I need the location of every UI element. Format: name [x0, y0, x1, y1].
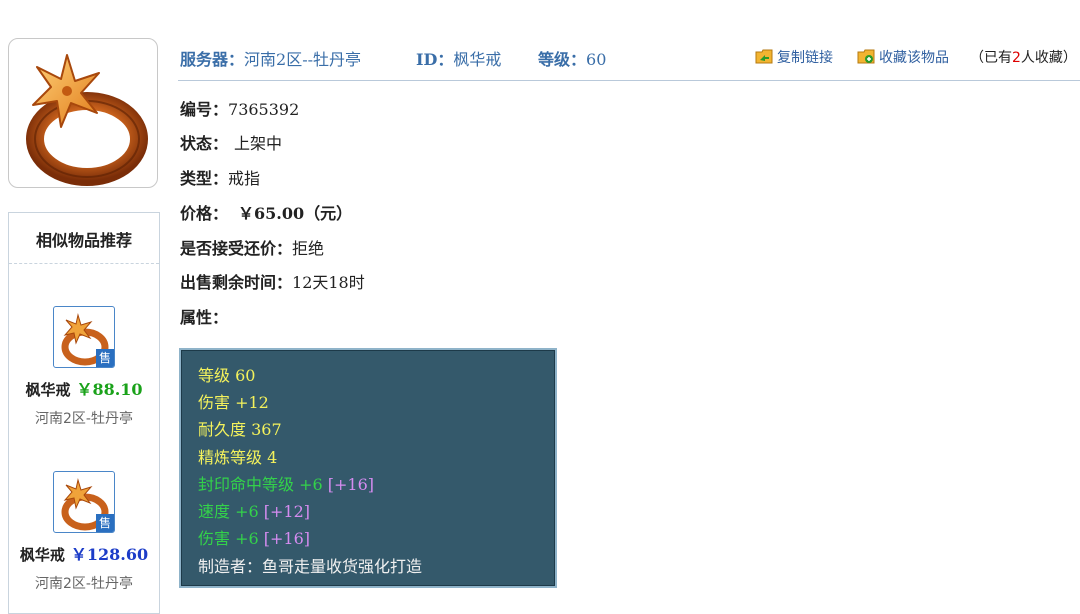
maple-ring-icon — [26, 54, 148, 186]
attr-refine: 精炼等级 4 — [198, 448, 278, 467]
time-row: 出售剩余时间：12天18时 — [180, 269, 365, 293]
price-value: ￥65.00（元） — [238, 204, 353, 223]
copy-link-label[interactable]: 复制链接 — [777, 50, 833, 66]
similar-item-2-server: 河南2区-牡丹亭 — [35, 576, 133, 592]
fav-suffix: 人收藏） — [1020, 50, 1077, 66]
serial-row: 编号：7365392 — [180, 96, 299, 120]
favorite-label[interactable]: 收藏该物品 — [879, 50, 949, 66]
serial-value: 7365392 — [228, 100, 300, 119]
similar-items-panel: 相似物品推荐 售 枫华戒 ￥88.10 河南2区-牡丹亭 售 枫华戒 ￥128.60… — [8, 212, 160, 614]
attr-bonus-damage: 伤害 +6 [+16] — [198, 525, 310, 549]
attr-seal-hit: 封印命中等级 +6 [+16] — [198, 471, 374, 495]
time-value: 12天18时 — [292, 273, 365, 292]
item-header: 服务器：河南2区--牡丹亭 ID：枫华戒 等级：60 复制链接 收藏该物品 （已… — [178, 40, 1080, 81]
serial-label: 编号： — [180, 100, 229, 119]
attr-level: 等级 60 — [198, 366, 256, 385]
bargain-value: 拒绝 — [292, 239, 325, 258]
similar-items-title: 相似物品推荐 — [9, 213, 159, 264]
server-value: 河南2区--牡丹亭 — [244, 50, 362, 69]
fav-prefix: （已有 — [970, 50, 1012, 66]
attr-speed: 速度 +6 [+12] — [198, 498, 310, 522]
similar-item-2-name[interactable]: 枫华戒 — [20, 546, 65, 564]
type-value: 戒指 — [228, 169, 261, 188]
similar-item-2-title[interactable]: 枫华戒 ￥128.60 — [9, 541, 159, 565]
bargain-row: 是否接受还价：拒绝 — [180, 235, 324, 259]
status-row: 状态： 上架中 — [180, 130, 282, 154]
attr-damage: 伤害 +12 — [198, 393, 269, 412]
bargain-label: 是否接受还价： — [180, 239, 293, 258]
type-label: 类型： — [180, 169, 229, 188]
attr-bonus-damage-value: 伤害 +6 — [198, 529, 264, 548]
attr-speed-value: 速度 +6 — [198, 502, 264, 521]
attr-bonus-damage-extra: [+16] — [263, 529, 311, 548]
attr-maker: 制造者：鱼哥走量收货强化打造 — [198, 557, 423, 576]
status-label: 状态： — [180, 134, 229, 153]
attributes-box: 等级 60 伤害 +12 耐久度 367 精炼等级 4 封印命中等级 +6 [+… — [179, 348, 557, 588]
copy-link-button[interactable]: 复制链接 — [755, 47, 833, 67]
similar-item-1-server: 河南2区-牡丹亭 — [35, 411, 133, 427]
folder-add-icon — [857, 49, 875, 64]
price-row: 价格： ￥65.00（元） — [180, 200, 352, 224]
similar-item-1-name[interactable]: 枫华戒 — [25, 381, 70, 399]
attributes-label: 属性： — [180, 308, 229, 327]
status-value: 上架中 — [234, 134, 283, 153]
attr-seal-hit-value: 封印命中等级 +6 — [198, 475, 328, 494]
server-info: 服务器：河南2区--牡丹亭 — [180, 46, 361, 70]
similar-item-1-image[interactable]: 售 — [53, 306, 115, 368]
favorite-button[interactable]: 收藏该物品 — [857, 47, 949, 67]
time-label: 出售剩余时间： — [180, 273, 293, 292]
id-value: 枫华戒 — [453, 50, 502, 69]
similar-item-2-image[interactable]: 售 — [53, 471, 115, 533]
level-value: 60 — [586, 50, 607, 69]
attr-speed-extra: [+12] — [263, 502, 311, 521]
sale-tag: 售 — [96, 514, 114, 532]
price-label: 价格： — [180, 204, 229, 223]
id-info: ID：枫华戒 — [416, 46, 501, 70]
id-label: ID： — [416, 50, 454, 69]
sale-tag: 售 — [96, 349, 114, 367]
folder-copy-icon — [755, 49, 773, 64]
similar-item-1-title[interactable]: 枫华戒 ￥88.10 — [9, 376, 159, 400]
server-label: 服务器： — [180, 50, 245, 69]
attr-seal-hit-extra: [+16] — [327, 475, 375, 494]
similar-item-2-price: ￥128.60 — [70, 545, 149, 564]
level-info: 等级：60 — [538, 46, 606, 70]
similar-item-1-price: ￥88.10 — [76, 380, 143, 399]
item-image — [8, 38, 158, 188]
attr-durability: 耐久度 367 — [198, 420, 282, 439]
favorite-count: （已有2人收藏） — [970, 47, 1077, 67]
type-row: 类型：戒指 — [180, 165, 260, 189]
fav-number: 2 — [1012, 50, 1021, 66]
attributes-row: 属性： — [180, 304, 228, 328]
level-label: 等级： — [538, 50, 587, 69]
